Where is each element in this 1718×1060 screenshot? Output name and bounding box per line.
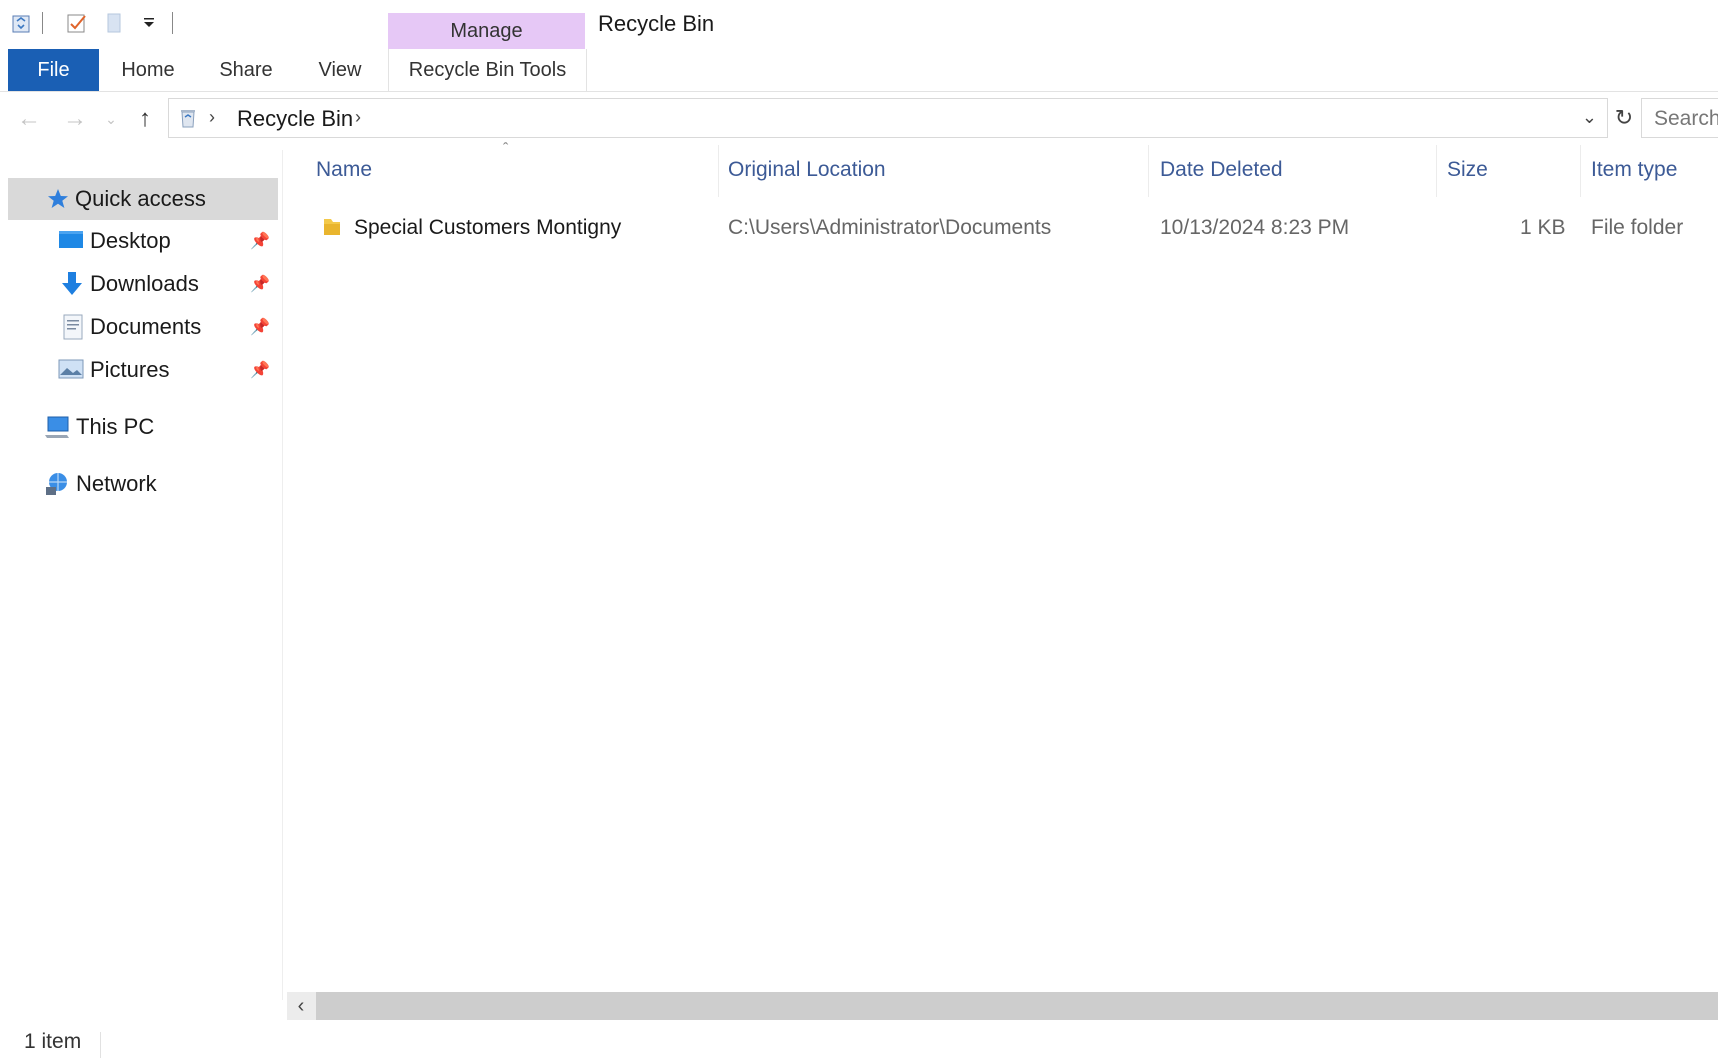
manage-contextual-tab[interactable]: Manage xyxy=(388,13,585,49)
sidebar-item-label: This PC xyxy=(76,414,155,439)
table-row[interactable]: Special Customers Montigny C:\Users\Admi… xyxy=(290,205,1718,249)
sidebar-item-downloads[interactable]: Downloads 📌 xyxy=(8,263,278,305)
refresh-icon[interactable]: ↻ xyxy=(1610,98,1638,138)
breadcrumb-chevron-icon[interactable]: › xyxy=(209,107,215,128)
tab-view[interactable]: View xyxy=(304,49,376,91)
sidebar-item-desktop[interactable]: Desktop 📌 xyxy=(8,220,278,262)
sidebar-item-label: Desktop xyxy=(90,228,171,253)
recycle-bin-icon xyxy=(177,107,199,129)
date-deleted: 10/13/2024 8:23 PM xyxy=(1160,216,1350,239)
sidebar-item-label: Pictures xyxy=(90,357,170,382)
column-header-name[interactable]: Name xyxy=(316,158,372,182)
window-title: Recycle Bin xyxy=(598,11,715,36)
scrollbar-thumb[interactable] xyxy=(316,992,1718,1020)
sidebar-item-quick-access[interactable]: Quick access xyxy=(8,178,278,220)
tab-share[interactable]: Share xyxy=(208,49,284,91)
sidebar-item-network[interactable]: Network xyxy=(8,463,278,505)
recycle-bin-icon[interactable] xyxy=(10,12,32,34)
pin-icon[interactable]: 📌 xyxy=(250,360,270,380)
column-divider[interactable] xyxy=(1148,145,1149,197)
pin-icon[interactable]: 📌 xyxy=(250,231,270,251)
file-name[interactable]: Special Customers Montigny xyxy=(354,216,621,240)
pictures-icon xyxy=(58,359,84,383)
back-arrow-icon[interactable]: ← xyxy=(14,104,44,134)
scroll-left-arrow-icon[interactable]: ‹ xyxy=(287,992,315,1020)
breadcrumb-recycle-bin[interactable]: Recycle Bin xyxy=(237,106,353,132)
star-icon xyxy=(46,187,70,211)
sidebar-item-label: Network xyxy=(76,471,157,496)
network-icon xyxy=(44,471,68,495)
computer-icon xyxy=(44,415,69,439)
ribbon-tabs: File Home Share View Recycle Bin Tools xyxy=(0,49,1718,92)
status-item-count: 1 item xyxy=(24,1030,82,1053)
file-size: 1 KB xyxy=(1520,216,1566,239)
breadcrumb-chevron-icon[interactable]: › xyxy=(355,107,361,128)
up-arrow-icon[interactable]: ↑ xyxy=(130,104,160,134)
status-divider xyxy=(100,1032,101,1058)
forward-arrow-icon[interactable]: → xyxy=(60,104,90,134)
column-divider[interactable] xyxy=(1580,145,1581,197)
sidebar-item-pictures[interactable]: Pictures 📌 xyxy=(8,349,278,391)
search-input[interactable]: Search xyxy=(1641,98,1718,138)
new-folder-icon[interactable] xyxy=(104,12,126,34)
column-divider[interactable] xyxy=(718,145,719,197)
sidebar-item-label: Downloads xyxy=(90,271,199,296)
tab-file[interactable]: File xyxy=(8,49,99,91)
column-header-size[interactable]: Size xyxy=(1447,158,1488,182)
original-location: C:\Users\Administrator\Documents xyxy=(728,216,1052,239)
column-divider[interactable] xyxy=(1436,145,1437,197)
address-bar[interactable]: › Recycle Bin › ⌄ xyxy=(168,98,1608,138)
toolbar-divider xyxy=(42,12,43,34)
desktop-icon xyxy=(58,229,83,253)
properties-check-icon[interactable] xyxy=(66,12,88,34)
pin-icon[interactable]: 📌 xyxy=(250,317,270,337)
column-header-date-deleted[interactable]: Date Deleted xyxy=(1160,158,1283,182)
folder-icon xyxy=(322,216,342,238)
download-arrow-icon xyxy=(60,271,84,295)
documents-icon xyxy=(62,314,86,340)
sort-ascending-icon: ˆ xyxy=(503,141,509,158)
address-dropdown-chevron-icon[interactable]: ⌄ xyxy=(1582,107,1597,128)
column-header-item-type[interactable]: Item type xyxy=(1591,158,1677,182)
sidebar-item-label: Documents xyxy=(90,314,202,339)
tab-recycle-bin-tools[interactable]: Recycle Bin Tools xyxy=(388,49,587,91)
tab-home[interactable]: Home xyxy=(108,49,188,91)
sidebar-item-this-pc[interactable]: This PC xyxy=(8,406,278,448)
sidebar-item-label: Quick access xyxy=(75,186,206,211)
item-type: File folder xyxy=(1591,216,1684,239)
toolbar-divider xyxy=(172,12,173,34)
customize-dropdown-icon[interactable] xyxy=(138,12,160,34)
column-header-original-location[interactable]: Original Location xyxy=(728,158,886,182)
recent-locations-chevron-icon[interactable]: ⌄ xyxy=(96,104,126,134)
sidebar-item-documents[interactable]: Documents 📌 xyxy=(8,306,278,348)
pin-icon[interactable]: 📌 xyxy=(250,274,270,294)
horizontal-scrollbar[interactable]: ‹ xyxy=(287,992,1718,1020)
navigation-pane: Quick access Desktop 📌 Downloads 📌 Docum… xyxy=(0,150,283,1000)
